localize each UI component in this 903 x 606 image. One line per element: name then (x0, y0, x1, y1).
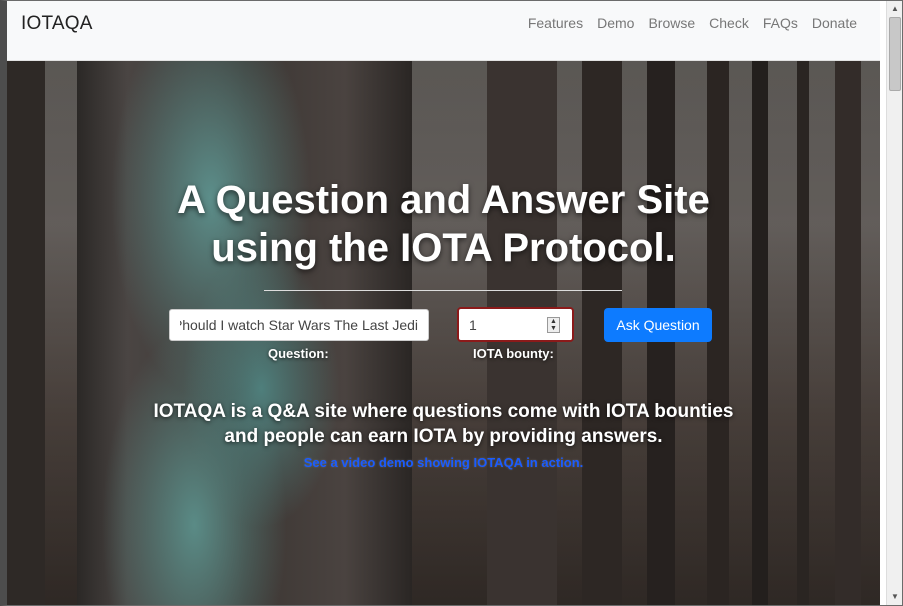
chevron-down-icon[interactable]: ▼ (887, 589, 902, 605)
question-input[interactable] (169, 309, 429, 341)
navbar: IOTAQA Features Demo Browse Check FAQs D… (7, 1, 880, 61)
brand-logo[interactable]: IOTAQA (21, 13, 93, 35)
scrollbar-thumb[interactable] (889, 17, 901, 91)
browser-window: IOTAQA Features Demo Browse Check FAQs D… (0, 0, 903, 606)
description-blurb: IOTAQA is a Q&A site where questions com… (7, 399, 880, 449)
blurb-line-2: and people can earn IOTA by providing an… (224, 426, 663, 447)
chevron-up-icon[interactable]: ▲ (887, 1, 902, 17)
nav-link-features[interactable]: Features (521, 15, 590, 31)
divider (264, 290, 622, 291)
headline: A Question and Answer Site using the IOT… (7, 176, 880, 272)
blurb-line-1: IOTAQA is a Q&A site where questions com… (153, 401, 734, 422)
video-demo-link[interactable]: See a video demo showing IOTAQA in actio… (7, 455, 880, 470)
nav-links: Features Demo Browse Check FAQs Donate (521, 15, 864, 31)
hero-section: A Question and Answer Site using the IOT… (7, 61, 880, 605)
nav-link-demo[interactable]: Demo (590, 15, 641, 31)
bounty-input[interactable] (459, 309, 549, 340)
nav-link-faqs[interactable]: FAQs (756, 15, 805, 31)
number-stepper-icon[interactable]: ▲ ▼ (547, 317, 560, 333)
headline-line-2: using the IOTA Protocol. (211, 226, 676, 270)
headline-line-1: A Question and Answer Site (177, 178, 710, 222)
bounty-label: IOTA bounty: (473, 346, 554, 361)
nav-link-browse[interactable]: Browse (641, 15, 702, 31)
ask-question-button[interactable]: Ask Question (604, 308, 712, 342)
nav-link-check[interactable]: Check (702, 15, 756, 31)
question-label: Question: (268, 346, 329, 361)
nav-link-donate[interactable]: Donate (805, 15, 864, 31)
bounty-field[interactable]: ▲▼ (457, 307, 574, 342)
vertical-scrollbar[interactable]: ▲ ▼ (886, 1, 902, 605)
hero-content: A Question and Answer Site using the IOT… (7, 61, 880, 605)
